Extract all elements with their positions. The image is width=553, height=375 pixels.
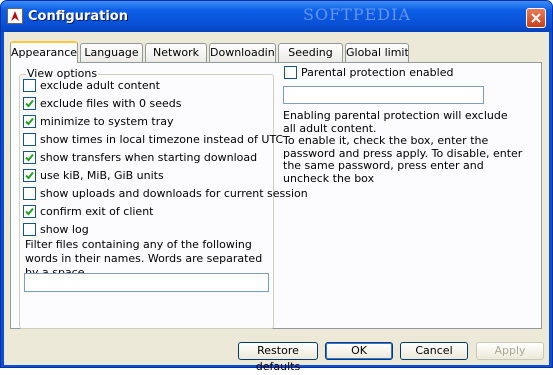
view-options-group: View options exclude adult content exclud… bbox=[19, 67, 308, 329]
title-bar[interactable]: Configuration SOFTPEDIA bbox=[1, 1, 552, 32]
checkbox[interactable] bbox=[23, 223, 36, 236]
checkbox[interactable] bbox=[23, 151, 36, 164]
check-icon bbox=[25, 207, 34, 216]
view-option-label: use kiB, MiB, GiB units bbox=[40, 169, 164, 182]
view-option-label: exclude files with 0 seeds bbox=[40, 97, 182, 110]
checkbox[interactable] bbox=[284, 66, 297, 79]
parental-password-input[interactable] bbox=[283, 86, 484, 104]
view-option-label: show transfers when starting download bbox=[40, 151, 258, 164]
checkbox[interactable] bbox=[23, 97, 36, 110]
view-option-label: show log bbox=[40, 223, 89, 236]
check-icon bbox=[25, 153, 34, 162]
ok-button[interactable]: OK bbox=[325, 342, 393, 360]
checkbox[interactable] bbox=[23, 133, 36, 146]
watermark: SOFTPEDIA bbox=[303, 5, 411, 24]
check-icon bbox=[25, 99, 34, 108]
view-option-label: show uploads and downloads for current s… bbox=[40, 187, 308, 200]
tab-global-limits[interactable]: Global limits bbox=[345, 43, 409, 62]
tab-downloading[interactable]: Downloading bbox=[209, 43, 276, 62]
config-window: Configuration SOFTPEDIA Appearance Langu… bbox=[0, 0, 553, 373]
cancel-button[interactable]: Cancel bbox=[400, 342, 468, 360]
filter-words-input[interactable] bbox=[24, 273, 269, 292]
close-icon bbox=[531, 13, 541, 23]
tab-language[interactable]: Language bbox=[80, 43, 143, 62]
close-button[interactable] bbox=[526, 8, 546, 28]
dialog-body: Appearance Language Network Downloading … bbox=[4, 32, 549, 373]
appearance-panel: View options exclude adult content exclud… bbox=[10, 62, 542, 329]
check-icon bbox=[25, 117, 34, 126]
checkbox[interactable] bbox=[23, 79, 36, 92]
checkbox[interactable] bbox=[23, 205, 36, 218]
apply-button[interactable]: Apply bbox=[476, 342, 544, 360]
window-title: Configuration bbox=[28, 9, 128, 24]
checkbox[interactable] bbox=[23, 115, 36, 128]
checkbox[interactable] bbox=[23, 187, 36, 200]
tab-seeding[interactable]: Seeding bbox=[278, 43, 343, 62]
tab-appearance[interactable]: Appearance bbox=[10, 41, 78, 63]
view-option-label: exclude adult content bbox=[40, 79, 160, 92]
restore-defaults-button[interactable]: Restore defaults bbox=[238, 342, 318, 373]
view-option-label: minimize to system tray bbox=[40, 115, 174, 128]
view-option-label: confirm exit of client bbox=[40, 205, 154, 218]
view-option-label: show times in local timezone instead of … bbox=[40, 133, 284, 146]
parental-description: Enabling parental protection will exclud… bbox=[283, 109, 523, 185]
parental-protection-label: Parental protection enabled bbox=[301, 66, 454, 79]
check-icon bbox=[25, 171, 34, 180]
tab-network[interactable]: Network bbox=[145, 43, 207, 62]
checkbox[interactable] bbox=[23, 169, 36, 182]
app-icon bbox=[7, 8, 23, 24]
